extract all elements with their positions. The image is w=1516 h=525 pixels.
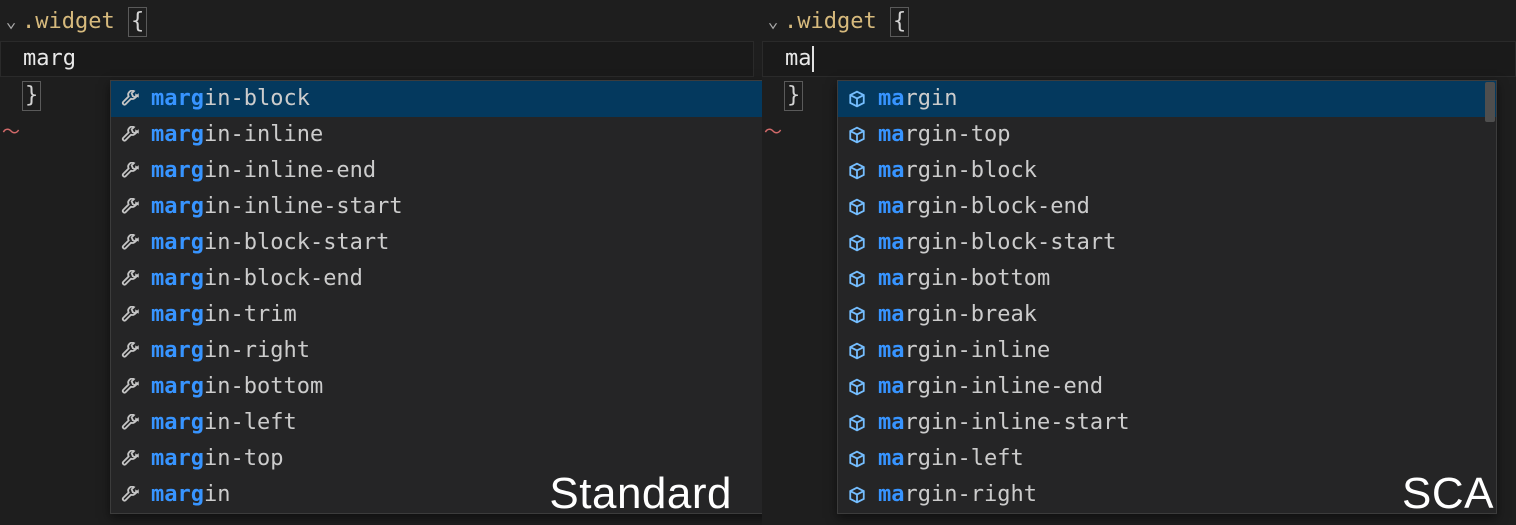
code-line: ⌄ .widget { — [0, 4, 754, 40]
wrench-icon — [119, 232, 141, 254]
suggestion-label: margin-right — [151, 333, 310, 369]
typed-text: ma — [785, 41, 812, 77]
input-line[interactable]: ma — [762, 41, 1516, 77]
suggestion-label: margin-inline — [151, 117, 323, 153]
error-squiggle-icon: 〜 — [0, 114, 22, 150]
cube-icon — [846, 412, 868, 434]
suggestion-label: margin-block-end — [151, 261, 363, 297]
suggestion-label: margin-break — [878, 297, 1037, 333]
wrench-icon — [119, 160, 141, 182]
suggestion-item[interactable]: margin-bottom — [838, 261, 1496, 297]
suggestion-item[interactable]: margin-inline-start — [111, 189, 769, 225]
suggestion-item[interactable]: margin — [838, 81, 1496, 117]
input-line[interactable]: marg — [0, 41, 754, 77]
open-brace: { — [890, 7, 909, 37]
cube-icon — [846, 376, 868, 398]
cube-icon — [846, 232, 868, 254]
css-selector: .widget — [784, 4, 877, 40]
wrench-icon — [119, 484, 141, 506]
fold-icon[interactable]: ⌄ — [762, 4, 784, 40]
suggestion-item[interactable]: margin-left — [838, 441, 1496, 477]
suggestion-item[interactable]: margin-inline — [838, 333, 1496, 369]
suggestion-label: margin-inline-end — [878, 369, 1103, 405]
suggestion-label: margin-bottom — [878, 261, 1050, 297]
suggestion-item[interactable]: margin-right — [111, 333, 769, 369]
suggestion-item[interactable]: margin-inline — [111, 117, 769, 153]
suggestion-item[interactable]: margin-trim — [111, 297, 769, 333]
comparison-root: ⌄ .widget { marg } 〜 margin-blockmargin-… — [0, 0, 1516, 525]
cube-icon — [846, 268, 868, 290]
suggestion-item[interactable]: margin-inline-end — [838, 369, 1496, 405]
wrench-icon — [119, 124, 141, 146]
suggestion-item[interactable]: margin-block-end — [838, 189, 1496, 225]
panel-sca: ⌄ .widget { ma } 〜 marginmargin-topmargi… — [762, 0, 1516, 525]
suggestion-item[interactable]: margin-block-end — [111, 261, 769, 297]
suggestion-item[interactable]: margin-left — [111, 405, 769, 441]
cube-icon — [846, 160, 868, 182]
suggestion-label: margin-top — [878, 117, 1010, 153]
suggest-widget-sca[interactable]: marginmargin-topmargin-blockmargin-block… — [837, 80, 1497, 514]
wrench-icon — [119, 196, 141, 218]
fold-icon[interactable]: ⌄ — [0, 4, 22, 40]
wrench-icon — [119, 376, 141, 398]
error-squiggle-icon: 〜 — [762, 114, 784, 150]
cube-icon — [846, 484, 868, 506]
wrench-icon — [119, 304, 141, 326]
wrench-icon — [119, 448, 141, 470]
suggestion-label: margin — [151, 477, 230, 513]
suggestion-item[interactable]: margin — [111, 477, 769, 513]
wrench-icon — [119, 340, 141, 362]
suggestion-item[interactable]: margin-block-start — [111, 225, 769, 261]
suggestion-label: margin-block-end — [878, 189, 1090, 225]
close-brace: } — [784, 81, 803, 111]
close-brace: } — [22, 81, 41, 111]
scrollbar-thumb[interactable] — [1485, 82, 1495, 122]
suggestion-label: margin-block — [151, 81, 310, 117]
code-line: ⌄ .widget { — [762, 4, 1516, 40]
panel-standard: ⌄ .widget { marg } 〜 margin-blockmargin-… — [0, 0, 754, 525]
suggestion-label: margin-inline-end — [151, 153, 376, 189]
suggestion-label: margin-inline-start — [878, 405, 1130, 441]
suggestion-label: margin-block — [878, 153, 1037, 189]
suggestion-item[interactable]: margin-top — [111, 441, 769, 477]
suggestion-label: margin-left — [878, 441, 1024, 477]
suggestion-label: margin-bottom — [151, 369, 323, 405]
suggestion-item[interactable]: margin-block-start — [838, 225, 1496, 261]
suggestion-item[interactable]: margin-right — [838, 477, 1496, 513]
suggestion-label: margin-inline — [878, 333, 1050, 369]
css-selector: .widget — [22, 4, 115, 40]
suggest-widget-standard[interactable]: margin-blockmargin-inlinemargin-inline-e… — [110, 80, 770, 514]
suggestion-label: margin-trim — [151, 297, 297, 333]
suggestion-item[interactable]: margin-inline-end — [111, 153, 769, 189]
text-caret — [812, 46, 814, 72]
cube-icon — [846, 340, 868, 362]
suggestion-item[interactable]: margin-bottom — [111, 369, 769, 405]
suggestion-item[interactable]: margin-inline-start — [838, 405, 1496, 441]
suggestion-item[interactable]: margin-block — [111, 81, 769, 117]
wrench-icon — [119, 412, 141, 434]
open-brace: { — [128, 7, 147, 37]
suggestion-item[interactable]: margin-top — [838, 117, 1496, 153]
suggestion-label: margin — [878, 81, 957, 117]
cube-icon — [846, 196, 868, 218]
cube-icon — [846, 124, 868, 146]
suggestion-item[interactable]: margin-block — [838, 153, 1496, 189]
cube-icon — [846, 448, 868, 470]
suggestion-label: margin-top — [151, 441, 283, 477]
suggestion-label: margin-block-start — [878, 225, 1116, 261]
suggestion-label: margin-right — [878, 477, 1037, 513]
cube-icon — [846, 88, 868, 110]
wrench-icon — [119, 88, 141, 110]
suggestion-label: margin-left — [151, 405, 297, 441]
cube-icon — [846, 304, 868, 326]
suggestion-item[interactable]: margin-break — [838, 297, 1496, 333]
typed-text: marg — [23, 41, 76, 77]
suggestion-label: margin-block-start — [151, 225, 389, 261]
wrench-icon — [119, 268, 141, 290]
suggestion-label: margin-inline-start — [151, 189, 403, 225]
